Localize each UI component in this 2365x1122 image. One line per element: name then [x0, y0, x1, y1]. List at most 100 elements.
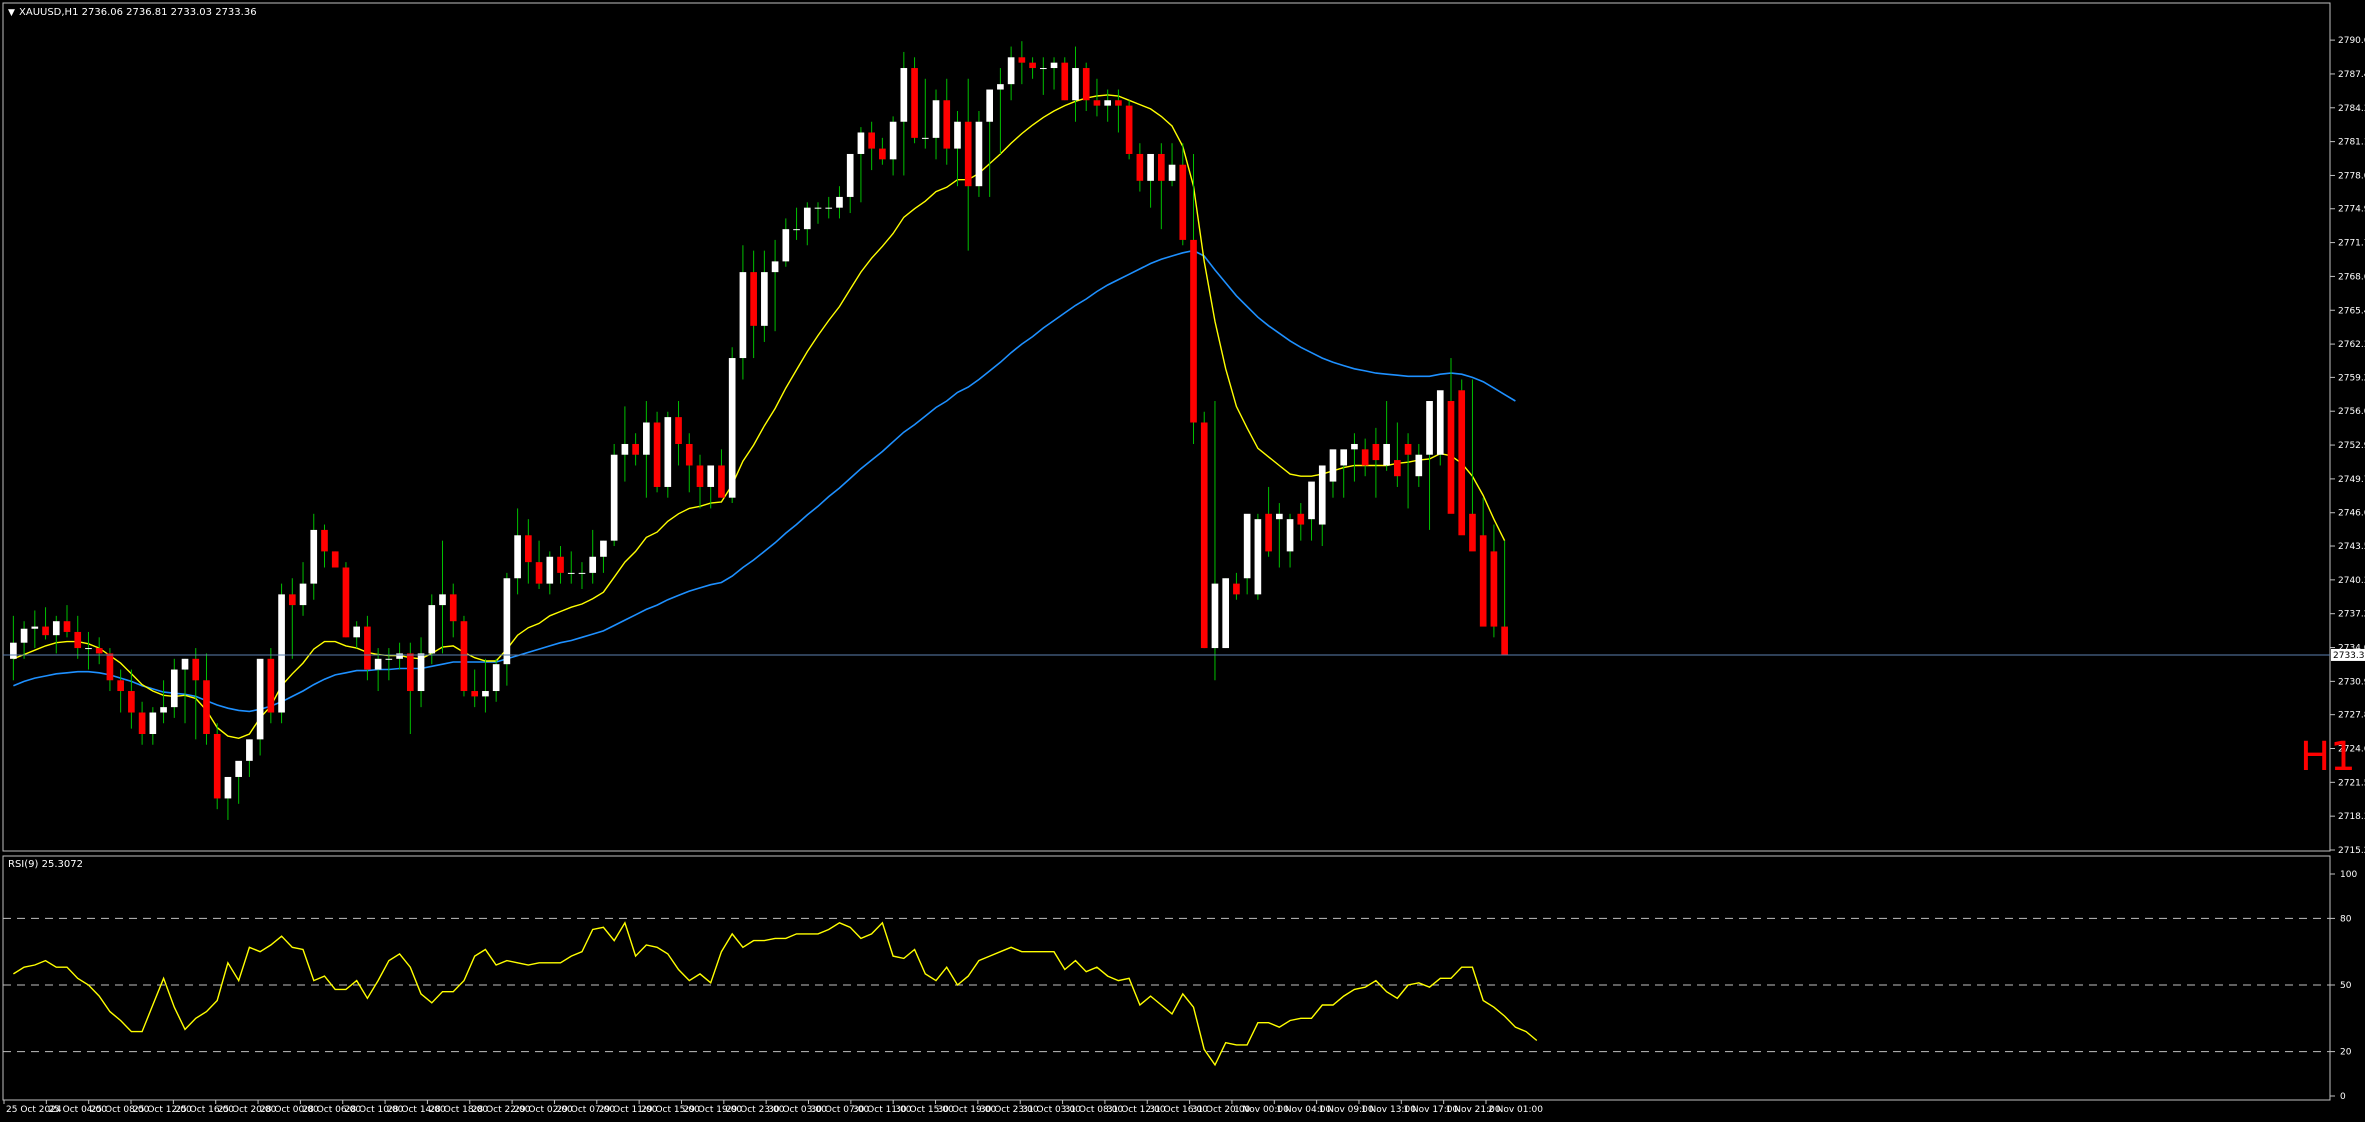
candle-bear: [128, 691, 135, 713]
candle-bull: [900, 68, 908, 122]
candle-bull: [728, 358, 736, 498]
candle-bear: [1136, 153, 1144, 181]
candle-bear: [364, 626, 371, 670]
candle-bear: [288, 594, 296, 606]
y-tick-label: 2715.20: [2338, 846, 2365, 856]
candle-bear: [1265, 513, 1272, 552]
candle-bull: [921, 137, 929, 139]
candle-bear: [1115, 100, 1122, 106]
candle-bull: [997, 84, 1004, 90]
candle-bull: [514, 535, 521, 579]
candle-bull: [600, 540, 607, 557]
symbol-ohlc-header: XAUUSD,H1 2736.06 2736.81 2733.03 2733.3…: [19, 7, 257, 18]
candle-bull: [932, 100, 940, 138]
y-tick-label: 2752.90: [2338, 441, 2365, 451]
candle-bull: [954, 121, 961, 149]
current-price-label: 2733.36: [2333, 651, 2365, 661]
candle-bull: [503, 578, 511, 665]
candle-bull: [224, 776, 232, 799]
symbol-menu-icon[interactable]: ▼: [8, 8, 15, 18]
candle-bull: [739, 272, 747, 359]
y-tick-label: 2749.75: [2338, 475, 2365, 485]
y-tick-label: 2746.60: [2338, 509, 2365, 519]
candle-bear: [879, 148, 886, 160]
candle-bear: [1082, 68, 1090, 101]
candle-bear: [106, 653, 114, 681]
candle-bull: [1308, 481, 1315, 520]
y-tick-label: 2784.30: [2338, 104, 2365, 114]
candle-bull: [782, 229, 790, 262]
candle-bull: [1211, 583, 1219, 649]
candle-bear: [138, 712, 146, 734]
candle-bull: [1276, 513, 1283, 520]
candle-bear: [1093, 100, 1101, 106]
candle-bear: [632, 443, 639, 455]
candle-bull: [417, 653, 425, 692]
candle-bull: [771, 261, 779, 273]
candle-bull: [643, 422, 650, 455]
candle-bear: [1018, 57, 1026, 63]
timeframe-label: H1: [2300, 734, 2356, 780]
candle-bull: [803, 207, 811, 230]
candle-bear: [117, 680, 124, 692]
y-tick-label: 2727.80: [2338, 711, 2365, 721]
candle-bull: [567, 572, 575, 574]
candle-bear: [1200, 422, 1208, 649]
candle-bull: [10, 642, 17, 659]
candle-bull: [149, 712, 157, 734]
candle-bear: [1029, 62, 1036, 69]
candle-bear: [1061, 62, 1069, 101]
candle-bear: [1372, 443, 1380, 461]
candle-bull: [246, 739, 253, 761]
candle-bear: [192, 658, 200, 681]
candle-bear: [1179, 164, 1187, 240]
candle-bull: [310, 529, 318, 584]
chart-root[interactable]: 2790.60 2787.45 2784.30 2781.15 2778.00 2774.…: [0, 0, 2365, 1118]
candle-bull: [1436, 390, 1444, 455]
candle-bear: [1157, 153, 1165, 181]
candle-bear: [449, 594, 457, 622]
candle-bear: [943, 100, 951, 149]
candle-bull: [1340, 449, 1348, 466]
rsi-tick-label: 80: [2340, 914, 2352, 924]
candle-bull: [52, 621, 60, 636]
candle-bull: [428, 605, 436, 654]
candle-bull: [439, 594, 446, 606]
candle-bull: [20, 628, 28, 643]
candle-bear: [718, 465, 725, 498]
candle-bear: [460, 621, 468, 692]
candle-bear: [1447, 401, 1455, 514]
trading-chart[interactable]: 2790.60 2787.45 2784.30 2781.15 2778.00 2774.…: [0, 0, 2365, 1118]
candle-bull: [1351, 443, 1358, 450]
candle-bull: [1243, 513, 1251, 579]
candle-bull: [256, 658, 264, 740]
y-tick-label: 2765.45: [2338, 306, 2365, 316]
candle-bear: [471, 691, 479, 697]
candle-bull: [836, 196, 843, 208]
y-tick-label: 2756.05: [2338, 407, 2365, 417]
candle-bear: [321, 529, 328, 552]
y-tick-label: 2771.75: [2338, 239, 2365, 249]
candle-bear: [964, 121, 972, 187]
candle-bull: [1007, 57, 1015, 85]
candle-bull: [1222, 578, 1230, 649]
candle-bull: [1254, 519, 1262, 595]
candle-bull: [1415, 454, 1423, 477]
candle-bear: [342, 567, 350, 638]
candle-bear: [42, 626, 49, 636]
candle-bull: [889, 121, 897, 160]
y-tick-label: 2790.60: [2338, 36, 2365, 46]
candle-bull: [235, 760, 242, 777]
candle-bear: [525, 535, 532, 563]
candle-bull: [707, 465, 715, 487]
y-tick-label: 2787.45: [2338, 70, 2365, 80]
candle-bull: [385, 658, 393, 660]
y-tick-label: 2743.50: [2338, 542, 2365, 552]
candle-bull: [1286, 519, 1294, 552]
candle-bull: [1147, 153, 1154, 181]
candle-bull: [1318, 465, 1326, 525]
candle-bull: [664, 417, 672, 487]
candle-bull: [396, 653, 403, 659]
candle-bear: [675, 417, 682, 444]
candle-bull: [1426, 401, 1433, 455]
